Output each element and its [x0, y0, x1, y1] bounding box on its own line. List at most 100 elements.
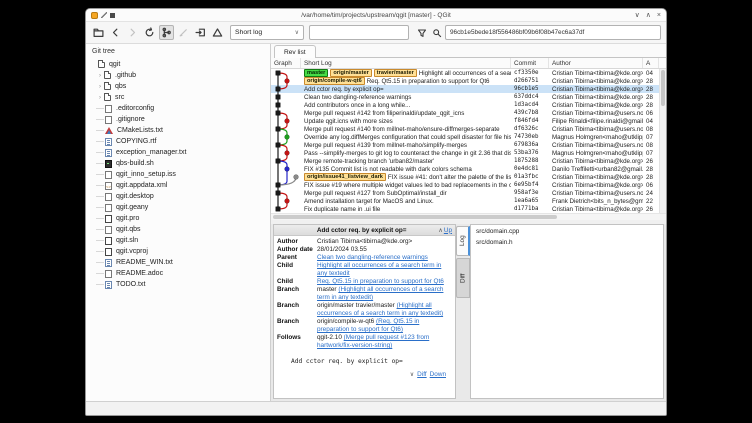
commit-row-958af3e[interactable]: Merge pull request #127 from SubOptimal/…: [271, 189, 659, 197]
detail-field-parent: ParentClean two dangling-reference warni…: [277, 254, 452, 262]
filter-toggle-button[interactable]: [415, 26, 428, 39]
down-link[interactable]: Down: [430, 371, 446, 378]
view-dag-button[interactable]: [159, 25, 174, 40]
open-repository-button[interactable]: [91, 25, 106, 40]
tree-item-qgit-inno-setup-iss[interactable]: qgit_inno_setup.iss: [86, 169, 270, 180]
expand-arrow-icon[interactable]: ›: [96, 95, 104, 101]
up-link-label[interactable]: Up: [444, 227, 452, 234]
commit-sha: 74730eb: [511, 133, 549, 141]
commit-subject: Fix duplicate name in .ui file: [304, 206, 380, 213]
tree-item-label: exception_manager.txt: [116, 149, 186, 156]
minimize-button[interactable]: ∨: [635, 12, 640, 19]
tab-rev-list[interactable]: Rev list: [274, 45, 316, 58]
tree-item-qgit-vcproj[interactable]: qgit.vcproj: [86, 246, 270, 257]
tree-connector: [96, 218, 104, 219]
commit-row-439c7b8[interactable]: Merge pull request #142 from filiperinal…: [271, 109, 659, 117]
detail-field-link[interactable]: Req. Qt5.15 in preparation to support fo…: [317, 278, 444, 285]
edit-file-button[interactable]: [176, 25, 191, 40]
commit-author: Cristian Tibirna<tibirna@kde.org>: [549, 101, 643, 109]
file-list-item[interactable]: src/domain.h: [471, 236, 663, 247]
tree-item-qgit-pro[interactable]: qgit.pro: [86, 213, 270, 224]
shortlog-cell: origin/compile-w-qt6Req. Qt5.15 in prepa…: [301, 77, 511, 85]
scrollbar-thumb[interactable]: [661, 70, 665, 106]
tree-connector: [96, 119, 104, 120]
tree-item-cmakelists-txt[interactable]: CMakeLists.txt: [86, 125, 270, 136]
tree-item-qgit-geany[interactable]: qgit.geany: [86, 202, 270, 213]
detail-field-value: Highlight all occurrences of a search te…: [317, 262, 452, 278]
file-icon: [105, 105, 112, 113]
commit-row-96cb1e5[interactable]: Add cctor req. by explicit op=96cb1e5Cri…: [271, 85, 659, 93]
tab-log[interactable]: Log: [456, 226, 470, 256]
commit-row-cf3350e[interactable]: masterorigin/mastertravier/masterHighlig…: [271, 69, 659, 77]
tree-item--gitignore[interactable]: .gitignore: [86, 114, 270, 125]
commit-row-df6326c[interactable]: Merge pull request #140 from millnet-mah…: [271, 125, 659, 133]
commit-row-637ddc4[interactable]: Clean two dangling-reference warnings637…: [271, 93, 659, 101]
tree-item-qbs[interactable]: ›qbs: [86, 81, 270, 92]
column-header-commit[interactable]: Commit: [511, 58, 549, 68]
commit-row-679836a[interactable]: Merge pull request #139 from millnet-mah…: [271, 141, 659, 149]
commit-subject: Req. Qt5.15 in preparation to support fo…: [367, 78, 490, 85]
expand-arrow-icon[interactable]: ›: [96, 73, 104, 79]
tree-item-readme-adoc[interactable]: README.adoc: [86, 268, 270, 279]
tree-item-qgit-sln[interactable]: qgit.sln: [86, 235, 270, 246]
commit-row-6e95bf4[interactable]: FIX issue #19 where multiple widget valu…: [271, 181, 659, 189]
tree-item-qgit-qbs[interactable]: qgit.qbs: [86, 224, 270, 235]
search-icon: [432, 28, 442, 38]
tree-item--github[interactable]: ›.github: [86, 70, 270, 81]
column-header-short-log[interactable]: Short Log: [301, 58, 511, 68]
revlist-horizontal-scrollbar[interactable]: [271, 213, 666, 220]
file-list-item[interactable]: src/domain.cpp: [471, 225, 663, 236]
commit-row-74730eb[interactable]: Override any log.diffMerges configuratio…: [271, 133, 659, 141]
up-link[interactable]: ∧ Up: [435, 227, 455, 234]
detail-field-link[interactable]: Highlight all occurrences of a search te…: [317, 262, 441, 277]
scrollbar-thumb[interactable]: [273, 215, 557, 219]
tree-item-readme-win-txt[interactable]: README_WIN.txt: [86, 257, 270, 268]
tree-item-qgit[interactable]: qgit: [86, 59, 270, 70]
column-header-author[interactable]: Author: [549, 58, 643, 68]
tree-item-src[interactable]: ›src: [86, 92, 270, 103]
commit-row-f846fd4[interactable]: Update qgit.icns with more sizesf846fd4F…: [271, 117, 659, 125]
qgit-window: /var/home/tim/projects/upstream/qgit [ma…: [85, 8, 667, 416]
back-button[interactable]: [108, 25, 123, 40]
revlist-vertical-scrollbar[interactable]: [659, 69, 666, 213]
commit-sha: 1ea6a65: [511, 197, 549, 205]
forward-button[interactable]: [125, 25, 140, 40]
diff-link[interactable]: Diff: [417, 371, 426, 378]
commit-row-0e4dc81[interactable]: FIX #135 Commit list is not readable wit…: [271, 165, 659, 173]
shortlog-cell: Merge remote-tracking branch 'urban82/ma…: [301, 157, 511, 165]
commit-row-1875288[interactable]: Merge remote-tracking branch 'urban82/ma…: [271, 157, 659, 165]
commit-row-d1771ba[interactable]: Fix duplicate name in .ui filed1771baCri…: [271, 205, 659, 213]
tree-item-todo-txt[interactable]: TODO.txt: [86, 279, 270, 290]
commit-date: 08: [643, 141, 659, 149]
commit-row-d266751[interactable]: origin/compile-w-qt6Req. Qt5.15 in prepa…: [271, 77, 659, 85]
tree-item-exception-manager-txt[interactable]: exception_manager.txt: [86, 147, 270, 158]
commit-row-1ea6a65[interactable]: Amend installation target for MacOS and …: [271, 197, 659, 205]
column-header-graph[interactable]: Graph: [271, 58, 301, 68]
filter-input[interactable]: [309, 25, 409, 40]
column-header-a[interactable]: A: [643, 58, 659, 68]
commit-row-53ba376[interactable]: Pass --simplify-merges to git log to cou…: [271, 149, 659, 157]
graph-cell: [271, 141, 301, 149]
tree-item-qbs-build-sh[interactable]: qbs-build.sh: [86, 158, 270, 169]
tree-item--editorconfig[interactable]: .editorconfig: [86, 103, 270, 114]
format-patch-button[interactable]: [210, 25, 225, 40]
tree-connector: [96, 284, 104, 285]
tree-item-qgit-appdata-xml[interactable]: <>qgit.appdata.xml: [86, 180, 270, 191]
log-view-select[interactable]: Short log ∨: [230, 25, 304, 40]
expand-arrow-icon[interactable]: ›: [96, 84, 104, 90]
tab-diff[interactable]: Diff: [456, 258, 470, 298]
search-button[interactable]: [430, 26, 443, 39]
tree-item-copying-rtf[interactable]: COPYING.rtf: [86, 136, 270, 147]
close-button[interactable]: ×: [657, 12, 661, 19]
tree-item-qgit-desktop[interactable]: qgit.desktop: [86, 191, 270, 202]
commit-row-1d3acd4[interactable]: Add contributors once in a long while...…: [271, 101, 659, 109]
commit-date: 07: [643, 133, 659, 141]
apply-patch-button[interactable]: [193, 25, 208, 40]
sha-input[interactable]: [445, 25, 661, 40]
refresh-button[interactable]: [142, 25, 157, 40]
commit-message: Add cctor req. by explicit op=: [291, 358, 452, 365]
commit-row-01a3fbc[interactable]: origin/issue41_listview_darkFIX issue #4…: [271, 173, 659, 181]
tab-log-label: Log: [459, 236, 466, 247]
maximize-button[interactable]: ∧: [646, 12, 651, 19]
detail-field-link[interactable]: Clean two dangling-reference warnings: [317, 254, 428, 261]
